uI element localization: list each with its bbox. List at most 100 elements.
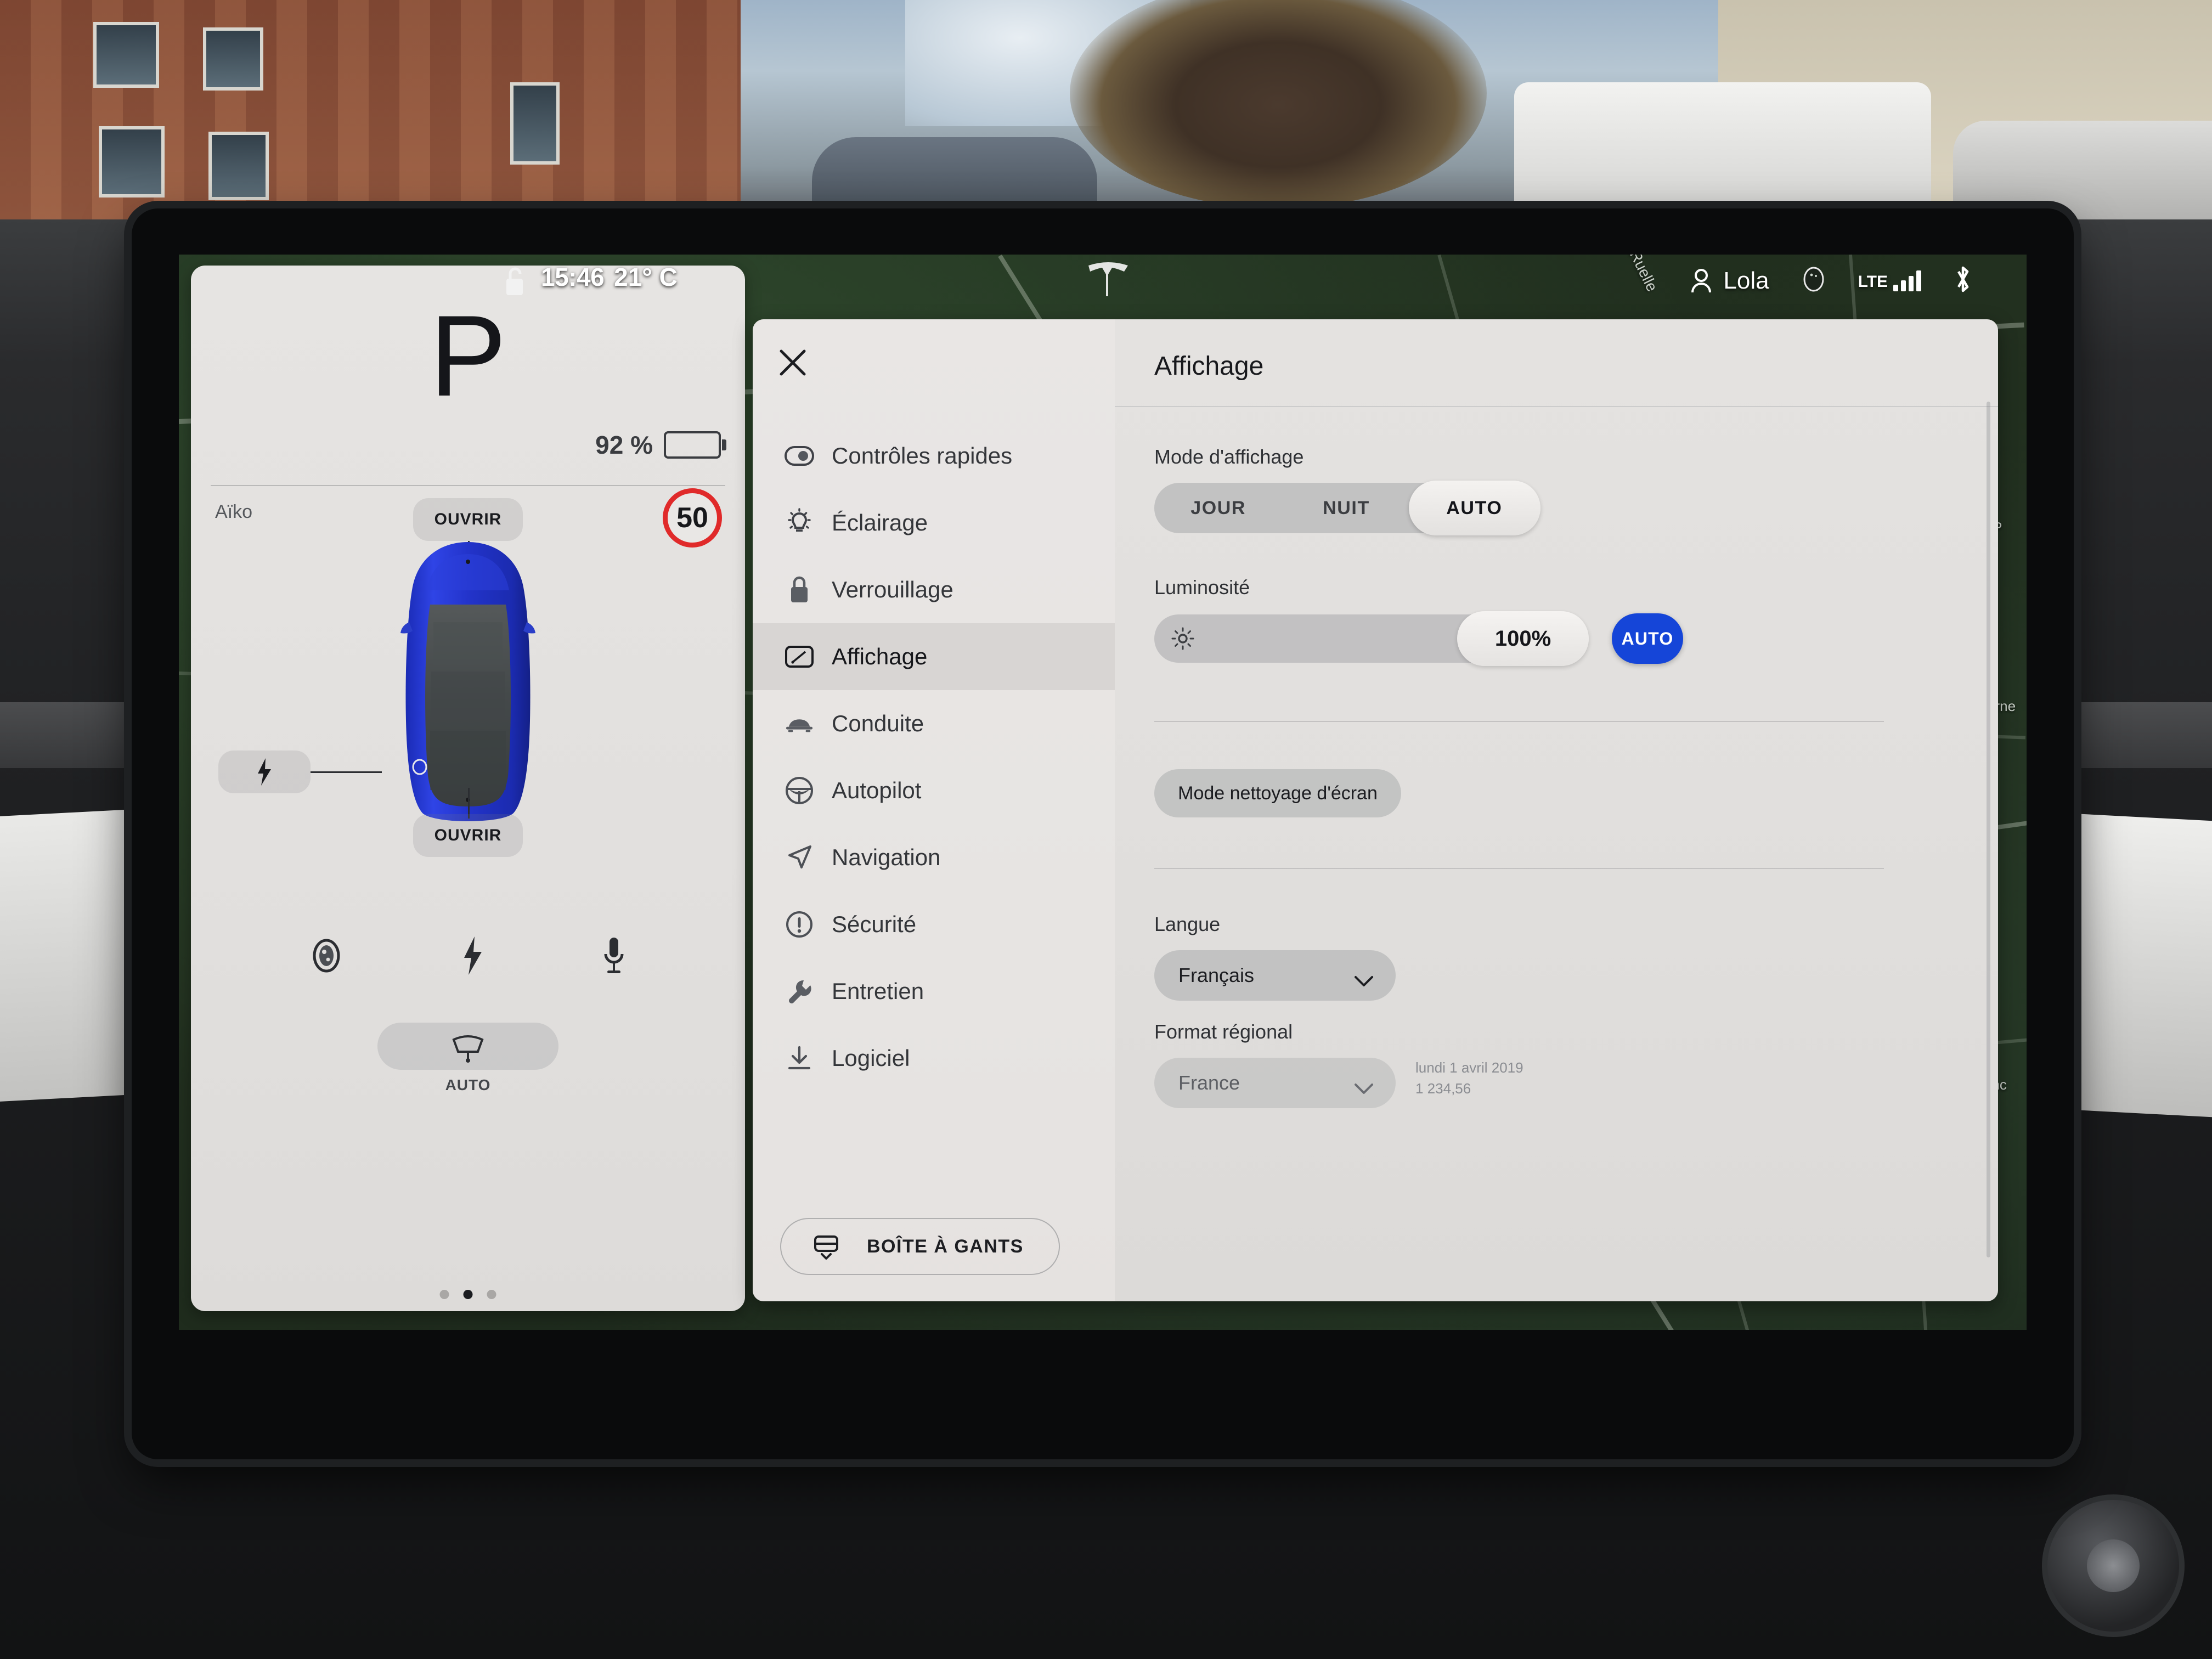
wrench-icon (785, 977, 814, 1006)
wiper-button[interactable] (377, 1023, 558, 1070)
language-section: Langue Français (1154, 913, 1396, 1001)
charge-port-button[interactable] (218, 751, 311, 793)
charge-port-lead-line (311, 771, 382, 773)
charge-port-bolt-icon (258, 758, 271, 786)
charging-button[interactable] (460, 935, 485, 977)
card-page-dots[interactable] (439, 1290, 496, 1299)
window (99, 126, 165, 198)
lightning-icon (464, 936, 482, 975)
screen-clean-section: Mode nettoyage d'écran (1154, 769, 1401, 817)
page-title: Affichage (1154, 352, 1264, 381)
sidebar-item-safety[interactable]: Sécurité (753, 891, 1115, 958)
sidebar-item-label: Affichage (832, 644, 928, 669)
frunk-open-button[interactable]: OUVRIR (413, 498, 523, 541)
settings-panel[interactable]: Contrôles rapides Éclairage Verrouillage… (753, 319, 1998, 1301)
battery-percent-label: 92 % (595, 431, 653, 459)
glovebox-button[interactable]: BOÎTE À GANTS (780, 1218, 1060, 1275)
vehicle-name: Aïko (215, 501, 253, 522)
settings-scrollbar[interactable] (1987, 402, 1990, 1257)
sidebar-item-label: Verrouillage (832, 577, 953, 602)
close-icon[interactable] (778, 348, 808, 377)
camera-button[interactable] (309, 936, 343, 975)
sidebar-item-autopilot[interactable]: Autopilot (753, 757, 1115, 824)
map-label: Ruelle (1626, 255, 1661, 295)
tesla-touchscreen-bezel: Stade Vélodrome Jacques Anquetil Ruelle … (132, 208, 2074, 1459)
car-status-card[interactable]: P 92 % Aïko 50 OUVRIR OUVRIR AUTO (191, 266, 745, 1311)
title-divider (1115, 406, 1998, 407)
vehicle-top-view-image (383, 540, 553, 825)
quick-control-row (191, 935, 745, 977)
section-divider (1154, 721, 1884, 722)
exclamation-circle-icon (785, 910, 814, 939)
brightness-value[interactable]: 100% (1457, 611, 1589, 666)
camera-icon (313, 939, 340, 973)
language-label: Langue (1154, 913, 1221, 935)
sidebar-item-navigation[interactable]: Navigation (753, 824, 1115, 891)
page-dot[interactable] (487, 1290, 496, 1299)
language-value: Français (1178, 964, 1255, 986)
display-screen-icon (785, 642, 814, 672)
steering-wheel-hub (2042, 1494, 2185, 1637)
display-mode-segmented-control[interactable]: JOUR NUIT AUTO (1154, 481, 1541, 535)
trunk-open-button[interactable]: OUVRIR (413, 814, 523, 857)
regional-format-label: Format régional (1154, 1020, 1293, 1043)
window (510, 82, 560, 165)
date-preview: lundi 1 avril 2019 (1415, 1059, 1523, 1076)
segment-option-day[interactable]: JOUR (1154, 483, 1282, 533)
brightness-slider[interactable]: 100% (1154, 611, 1589, 666)
glovebox-icon (812, 1230, 843, 1263)
settings-sidebar: Contrôles rapides Éclairage Verrouillage… (753, 319, 1115, 1301)
speed-limit-sign: 50 (663, 488, 722, 548)
sidebar-item-lighting[interactable]: Éclairage (753, 489, 1115, 556)
page-dot[interactable] (439, 1290, 449, 1299)
sidebar-item-label: Conduite (832, 710, 924, 736)
window (203, 27, 263, 91)
car-front-icon (785, 709, 814, 738)
language-dropdown[interactable]: Français (1154, 950, 1396, 1001)
download-icon (785, 1043, 814, 1073)
voice-command-button[interactable] (601, 935, 627, 976)
settings-content: Affichage Mode d'affichage JOUR NUIT AUT… (1115, 319, 1998, 1301)
wiper-control[interactable]: AUTO (377, 1023, 558, 1094)
sidebar-item-label: Éclairage (832, 510, 928, 535)
microphone-icon (604, 938, 624, 973)
sidebar-item-label: Contrôles rapides (832, 443, 1013, 469)
sidebar-item-service[interactable]: Entretien (753, 958, 1115, 1025)
regional-format-section: Format régional France lundi 1 avril 201… (1154, 1020, 1523, 1108)
toggle-switch-icon (785, 441, 814, 471)
regional-format-dropdown[interactable]: France (1154, 1058, 1396, 1108)
brightness-auto-button[interactable]: AUTO (1612, 613, 1683, 664)
page-dot-active[interactable] (463, 1290, 473, 1299)
sidebar-item-label: Navigation (832, 844, 941, 870)
sidebar-item-software[interactable]: Logiciel (753, 1025, 1115, 1092)
battery-icon (664, 431, 721, 459)
sidebar-item-driving[interactable]: Conduite (753, 690, 1115, 757)
sidebar-item-label: Entretien (832, 978, 924, 1004)
segment-option-auto[interactable]: AUTO (1410, 483, 1538, 533)
battery-indicator[interactable]: 92 % (595, 430, 721, 460)
display-mode-label: Mode d'affichage (1154, 445, 1304, 468)
lock-icon (785, 575, 814, 605)
brightness-label: Luminosité (1154, 576, 1250, 599)
wiper-mode-label: AUTO (445, 1076, 491, 1093)
chevron-down-icon (1354, 969, 1374, 986)
card-divider (211, 485, 725, 486)
steering-wheel-icon (785, 776, 814, 805)
section-divider (1154, 868, 1884, 869)
tesla-touchscreen[interactable]: Stade Vélodrome Jacques Anquetil Ruelle … (179, 255, 2027, 1330)
regional-format-value: France (1178, 1071, 1240, 1094)
windshield-wiper-icon (452, 1035, 484, 1063)
tree (1070, 0, 1487, 208)
sidebar-item-label: Logiciel (832, 1045, 910, 1071)
photo-scene: Stade Vélodrome Jacques Anquetil Ruelle … (0, 0, 2212, 1659)
glovebox-label: BOÎTE À GANTS (867, 1235, 1024, 1257)
sidebar-item-locks[interactable]: Verrouillage (753, 556, 1115, 623)
segment-option-night[interactable]: NUIT (1282, 483, 1410, 533)
number-preview: 1 234,56 (1415, 1080, 1471, 1097)
sidebar-item-label: Sécurité (832, 911, 917, 937)
screen-clean-button[interactable]: Mode nettoyage d'écran (1154, 769, 1401, 817)
brightness-sun-icon (1171, 627, 1195, 651)
light-bulb-icon (785, 508, 814, 538)
sidebar-item-quick-controls[interactable]: Contrôles rapides (753, 422, 1115, 489)
sidebar-item-display[interactable]: Affichage (753, 623, 1115, 690)
